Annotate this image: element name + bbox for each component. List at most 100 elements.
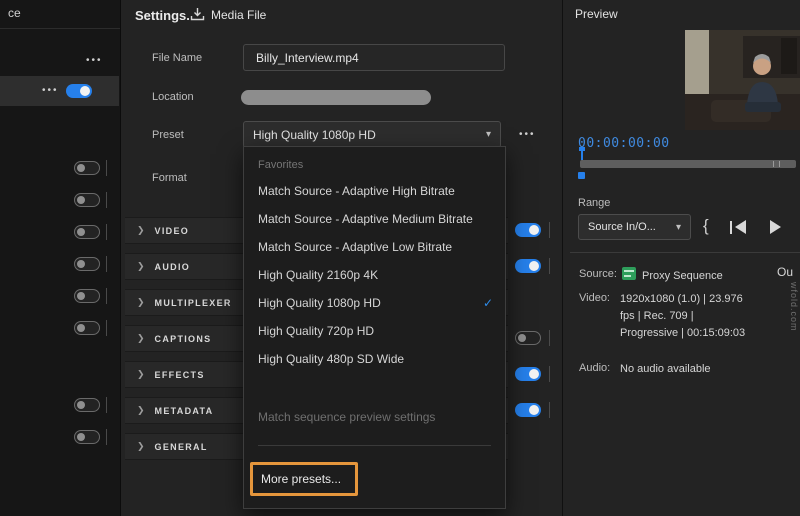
- chevron-right-icon: ❯: [137, 297, 145, 308]
- menu-item[interactable]: Match Source - Adaptive Medium Bitrate: [244, 205, 505, 233]
- left-sidebar: ce ••• •••: [0, 0, 121, 516]
- more-presets-button[interactable]: More presets...: [250, 462, 358, 496]
- menu-divider: [258, 445, 491, 446]
- chevron-down-icon: ▾: [676, 222, 681, 233]
- section-label: MULTIPLEXER: [155, 298, 232, 308]
- chevron-right-icon: ❯: [137, 441, 145, 452]
- menu-item[interactable]: Match Source - Adaptive Low Bitrate: [244, 233, 505, 261]
- range-dropdown-value: Source In/O...: [588, 221, 656, 233]
- chevron-right-icon: ❯: [137, 405, 145, 416]
- preset-dropdown-value: High Quality 1080p HD: [253, 128, 376, 142]
- menu-item-label: High Quality 480p SD Wide: [258, 352, 404, 366]
- range-dropdown[interactable]: Source In/O... ▾: [578, 214, 691, 240]
- sidebar-divider: [0, 28, 120, 29]
- divider: [549, 330, 550, 346]
- timecode-display[interactable]: 00:00:00:00: [578, 136, 670, 151]
- step-back-button[interactable]: [730, 220, 746, 234]
- menu-item-label: High Quality 2160p 4K: [258, 268, 378, 282]
- sequence-icon: [622, 267, 636, 280]
- menu-item[interactable]: High Quality 720p HD: [244, 317, 505, 345]
- playhead-line[interactable]: [581, 149, 583, 160]
- item-toggle[interactable]: [74, 257, 100, 271]
- chevron-right-icon: ❯: [137, 225, 145, 236]
- playhead-knob[interactable]: [578, 172, 585, 179]
- video-label: Video:: [579, 292, 610, 304]
- menu-item-label: Match Source - Adaptive Medium Bitrate: [258, 212, 473, 226]
- audio-toggle[interactable]: [515, 259, 541, 273]
- section-label: AUDIO: [155, 262, 191, 272]
- sidebar-selected-row[interactable]: •••: [0, 76, 119, 106]
- sidebar-truncated-label: ce: [8, 6, 21, 20]
- timeline-tick: [779, 161, 780, 167]
- captions-toggle[interactable]: [515, 331, 541, 345]
- file-name-input[interactable]: [243, 44, 505, 71]
- menu-group-favorites: Favorites: [244, 153, 505, 177]
- tab-media-file[interactable]: Media File: [211, 8, 266, 22]
- divider: [549, 402, 550, 418]
- metadata-toggle[interactable]: [515, 403, 541, 417]
- play-button[interactable]: [770, 220, 781, 234]
- chevron-down-icon: ▾: [486, 129, 491, 140]
- preset-more-options-icon[interactable]: •••: [519, 129, 536, 140]
- settings-panel-title: Settings.: [135, 8, 190, 23]
- menu-item-label: Match Source - Adaptive Low Bitrate: [258, 240, 452, 254]
- media-file-icon: [190, 7, 205, 22]
- menu-item-label: Match Source - Adaptive High Bitrate: [258, 184, 455, 198]
- video-info-line1: 1920x1080 (1.0) | 23.976: [620, 291, 743, 308]
- preview-thumbnail[interactable]: [685, 30, 800, 130]
- menu-item-disabled: Match sequence preview settings: [244, 403, 505, 431]
- divider: [106, 429, 107, 445]
- menu-item[interactable]: Match Source - Adaptive High Bitrate: [244, 177, 505, 205]
- file-name-label: File Name: [152, 52, 202, 64]
- item-toggle[interactable]: [74, 289, 100, 303]
- panel-divider: [562, 0, 563, 516]
- item-toggle[interactable]: [74, 321, 100, 335]
- audio-label: Audio:: [579, 362, 610, 374]
- play-triangle-icon: [770, 220, 781, 234]
- video-info-line3: Progressive | 00:15:09:03: [620, 325, 745, 342]
- audio-value: No audio available: [620, 361, 711, 378]
- divider: [106, 256, 107, 272]
- section-label: EFFECTS: [155, 370, 205, 380]
- section-label: CAPTIONS: [155, 334, 212, 344]
- effects-toggle[interactable]: [515, 367, 541, 381]
- preview-panel-title: Preview: [575, 7, 618, 21]
- section-label: METADATA: [155, 406, 214, 416]
- chevron-right-icon: ❯: [137, 333, 145, 344]
- item-toggle[interactable]: [74, 225, 100, 239]
- location-value-redacted[interactable]: [241, 90, 431, 105]
- divider: [106, 192, 107, 208]
- set-range-icon[interactable]: {: [703, 216, 709, 236]
- video-toggle[interactable]: [515, 223, 541, 237]
- item-toggle[interactable]: [74, 398, 100, 412]
- divider: [549, 366, 550, 382]
- location-label: Location: [152, 91, 194, 103]
- section-label: VIDEO: [155, 226, 190, 236]
- source-label: Source:: [579, 268, 617, 280]
- item-toggle[interactable]: [74, 161, 100, 175]
- row-toggle[interactable]: [66, 84, 92, 98]
- preset-dropdown[interactable]: High Quality 1080p HD ▾: [243, 121, 501, 148]
- output-heading-partial: Ou: [777, 264, 793, 281]
- item-toggle[interactable]: [74, 193, 100, 207]
- divider: [549, 222, 550, 238]
- preset-menu: Favorites Match Source - Adaptive High B…: [243, 146, 506, 509]
- menu-item-label: High Quality 720p HD: [258, 324, 374, 338]
- menu-item-label: High Quality 1080p HD: [258, 296, 381, 310]
- chevron-right-icon: ❯: [137, 261, 145, 272]
- menu-item-selected[interactable]: High Quality 1080p HD ✓: [244, 289, 505, 317]
- divider: [106, 288, 107, 304]
- more-options-icon[interactable]: •••: [42, 85, 59, 96]
- checkmark-icon: ✓: [483, 296, 493, 310]
- item-toggle[interactable]: [74, 430, 100, 444]
- more-options-icon[interactable]: •••: [86, 55, 103, 66]
- step-back-bar: [730, 221, 732, 234]
- menu-item[interactable]: High Quality 480p SD Wide: [244, 345, 505, 373]
- menu-item[interactable]: High Quality 2160p 4K: [244, 261, 505, 289]
- timeline-tick: [773, 161, 774, 167]
- step-back-triangle-icon: [735, 220, 746, 234]
- chevron-right-icon: ❯: [137, 369, 145, 380]
- video-info-line2: fps | Rec. 709 |: [620, 308, 694, 325]
- divider: [549, 258, 550, 274]
- timeline-scrubber[interactable]: [580, 160, 796, 168]
